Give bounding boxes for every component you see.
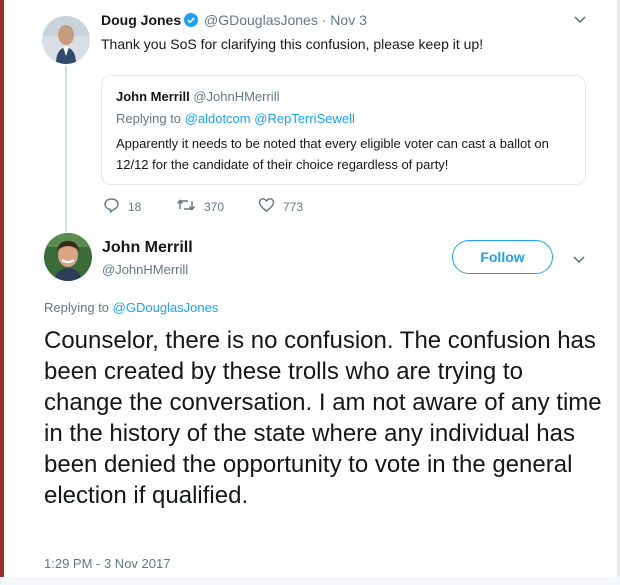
reply-action[interactable]: 18 [103,197,141,216]
like-count: 773 [283,199,304,214]
background-edge-bottom [0,577,620,585]
quoted-tweet-text: Apparently it needs to be noted that eve… [116,136,549,172]
retweet-count: 370 [204,199,225,214]
parent-tweet-menu-chevron-down-icon[interactable] [573,12,587,28]
avatar-doug-jones[interactable] [42,16,90,64]
avatar-photo [44,233,92,281]
parent-tweet-date[interactable]: Nov 3 [330,12,367,28]
quoted-replying-to-label: Replying to [116,111,182,126]
like-action[interactable]: 773 [258,197,303,216]
heart-icon [258,197,283,216]
follow-button[interactable]: Follow [452,240,553,274]
main-tweet-timestamp[interactable]: 1:29 PM - 3 Nov 2017 [44,556,170,571]
verified-badge-icon [184,13,199,30]
main-replying-to-label: Replying to [44,300,110,315]
quoted-replying-to-repterrisewell[interactable]: @RepTerriSewell [254,111,355,126]
quoted-author-handle: @JohnHMerrill [193,89,280,104]
main-replying-to: Replying to @GDouglasJones [44,300,218,315]
quoted-replying-to-aldotcom[interactable]: @aldotcom [185,111,251,126]
reply-icon [103,197,128,216]
reply-count: 18 [128,199,142,214]
parent-tweet-text: Thank you SoS for clarifying this confus… [101,36,484,52]
quoted-tweet-header: John Merrill @JohnHMerrill [116,89,279,104]
main-author-handle[interactable]: @JohnHMerrill [102,262,188,277]
header-separator: · [321,12,327,28]
quoted-author-name: John Merrill [116,89,190,104]
avatar-john-merrill[interactable] [44,233,92,281]
main-tweet-menu-chevron-down-icon[interactable] [572,252,586,268]
parent-tweet-header: Doug Jones @GDouglasJones · Nov 3 [101,12,367,30]
thread-connector-line [65,66,67,232]
parent-author-handle[interactable]: @GDouglasJones [204,12,318,28]
avatar-photo [42,16,90,64]
quoted-replying-to: Replying to @aldotcom @RepTerriSewell [116,111,355,126]
quoted-tweet-card[interactable]: John Merrill @JohnHMerrill Replying to @… [101,75,586,185]
retweet-action[interactable]: 370 [176,197,224,216]
parent-author-name[interactable]: Doug Jones [101,12,181,28]
retweet-icon [176,197,204,216]
background-edge-left [0,0,4,585]
main-author-name[interactable]: John Merrill [102,239,193,257]
main-tweet-text: Counselor, there is no confusion. The co… [44,327,602,509]
main-replying-to-gdouglasjones[interactable]: @GDouglasJones [113,300,219,315]
